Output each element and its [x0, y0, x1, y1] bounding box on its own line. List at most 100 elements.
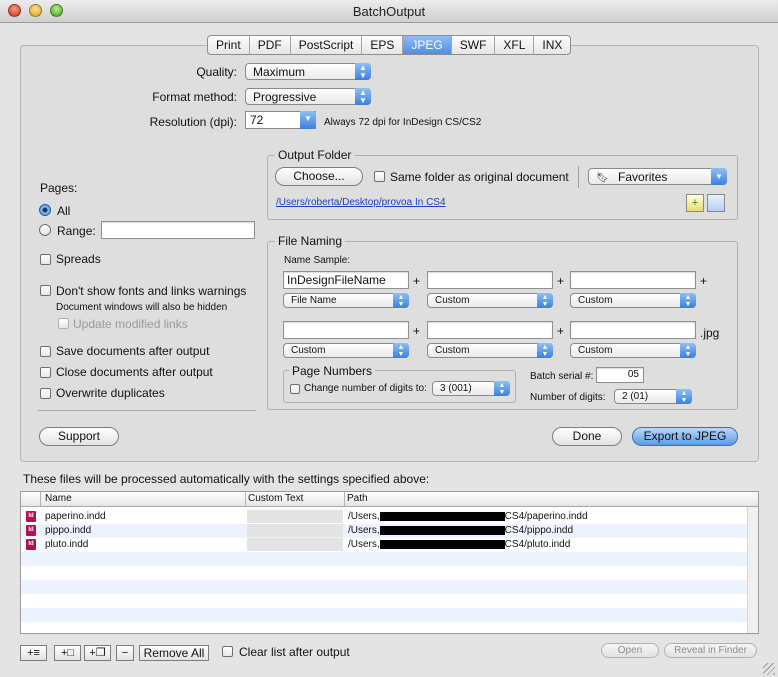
select-value: Custom — [435, 295, 470, 306]
file-row[interactable]: Id pluto.indd /Users, CS4/pluto.indd — [21, 538, 758, 552]
batch-serial-input[interactable]: 05 — [596, 367, 644, 383]
updown-arrows-icon: ▲ ▼ — [537, 343, 553, 358]
tab-eps[interactable]: EPS — [362, 36, 404, 54]
custom-text-cell[interactable] — [247, 538, 343, 551]
column-divider — [344, 492, 345, 506]
file-list-header: Name Custom Text Path — [21, 492, 758, 507]
file-name: pluto.indd — [45, 539, 89, 550]
export-button[interactable]: Export to JPEG — [632, 427, 738, 446]
reveal-folder-icon[interactable] — [707, 194, 725, 212]
tab-inx[interactable]: INX — [534, 36, 570, 54]
save-after-checkbox[interactable] — [40, 346, 51, 357]
select-value: Custom — [578, 295, 613, 306]
quality-select[interactable]: Maximum ▲ ▼ — [245, 63, 371, 80]
custom-text-cell[interactable] — [247, 524, 343, 537]
new-folder-icon[interactable]: + — [686, 194, 704, 212]
name-part-4-input[interactable] — [283, 321, 409, 339]
output-path-link[interactable]: /Users/roberta/Desktop/provoa In CS4 — [276, 197, 446, 208]
clear-list-label: Clear list after output — [239, 645, 350, 659]
format-method-select[interactable]: Progressive ▲ ▼ — [245, 88, 371, 105]
file-name: paperino.indd — [45, 511, 106, 522]
select-value: Custom — [435, 345, 470, 356]
file-list-scrollbar[interactable] — [747, 507, 758, 633]
dropdown-arrow-icon[interactable]: ▼ — [300, 111, 316, 129]
redaction-bar — [379, 511, 505, 521]
name-part-3-select[interactable]: Custom ▲ ▼ — [570, 293, 696, 308]
tab-swf[interactable]: SWF — [452, 36, 496, 54]
clear-list-checkbox[interactable] — [222, 646, 233, 657]
format-method-value: Progressive — [253, 90, 317, 104]
overwrite-checkbox[interactable] — [40, 388, 51, 399]
pages-label: Pages: — [40, 181, 78, 195]
files-note: These files will be processed automatica… — [23, 472, 430, 486]
empty-row — [21, 608, 758, 622]
extension-label: .jpg — [700, 326, 720, 340]
remove-all-button[interactable]: Remove All — [139, 645, 209, 661]
name-part-1-input[interactable]: InDesignFileName — [283, 271, 409, 289]
same-folder-checkbox[interactable] — [374, 171, 385, 182]
name-part-5-select[interactable]: Custom ▲ ▼ — [427, 343, 553, 358]
remove-button[interactable]: − — [116, 645, 134, 661]
favorites-select[interactable]: 🔖︎ Favorites ▼ — [588, 168, 727, 185]
file-list[interactable]: Name Custom Text Path Id paperino.indd /… — [20, 491, 759, 634]
name-part-5-input[interactable] — [427, 321, 553, 339]
tab-pdf[interactable]: PDF — [250, 36, 291, 54]
update-links-checkbox[interactable] — [58, 318, 69, 329]
output-folder-group — [267, 155, 738, 220]
tab-postscript[interactable]: PostScript — [291, 36, 363, 54]
close-after-checkbox[interactable] — [40, 367, 51, 378]
empty-row — [21, 566, 758, 580]
path-suffix: CS4/pippo.indd — [504, 525, 574, 536]
name-part-4-select[interactable]: Custom ▲ ▼ — [283, 343, 409, 358]
name-part-6-input[interactable] — [570, 321, 696, 339]
add-folder-button[interactable]: +❐ — [84, 645, 111, 661]
pages-range-radio[interactable] — [39, 224, 51, 236]
name-part-2-select[interactable]: Custom ▲ ▼ — [427, 293, 553, 308]
batchoutput-window: BatchOutput Print PDF PostScript EPS JPE… — [0, 0, 778, 677]
file-row[interactable]: Id pippo.indd /Users, CS4/pippo.indd — [21, 524, 758, 538]
overwrite-label: Overwrite duplicates — [56, 386, 165, 400]
change-digits-checkbox[interactable] — [290, 384, 300, 394]
pages-all-radio[interactable] — [39, 204, 51, 216]
name-part-2-input[interactable] — [427, 271, 553, 289]
redaction-bar — [379, 539, 505, 549]
done-button[interactable]: Done — [552, 427, 622, 446]
file-row[interactable]: Id paperino.indd /Users, CS4/paperino.ind… — [21, 510, 758, 524]
tab-xfl[interactable]: XFL — [495, 36, 535, 54]
file-path: /Users, CS4/pippo.indd — [348, 525, 573, 536]
quality-value: Maximum — [253, 65, 306, 79]
updown-arrows-icon: ▲ ▼ — [537, 293, 553, 308]
update-links-label: Update modified links — [73, 317, 188, 331]
name-part-3-input[interactable] — [570, 271, 696, 289]
title-bar[interactable]: BatchOutput — [0, 0, 778, 23]
add-file-button[interactable]: +□ — [54, 645, 81, 661]
pages-range-input[interactable] — [101, 221, 255, 239]
choose-folder-button[interactable]: Choose... — [275, 167, 363, 186]
column-name-header[interactable]: Name — [45, 493, 72, 504]
dont-show-warnings-checkbox[interactable] — [40, 285, 51, 296]
column-path-header[interactable]: Path — [347, 493, 368, 504]
empty-row — [21, 580, 758, 594]
name-part-1-select[interactable]: File Name ▲ ▼ — [283, 293, 409, 308]
resize-grip-icon[interactable] — [763, 663, 775, 675]
reveal-in-finder-button[interactable]: Reveal in Finder — [664, 643, 757, 658]
column-custom-text-header[interactable]: Custom Text — [248, 493, 303, 504]
divider — [38, 410, 256, 411]
spreads-checkbox[interactable] — [40, 254, 51, 265]
change-digits-label: Change number of digits to: — [304, 383, 427, 394]
tab-jpeg[interactable]: JPEG — [403, 36, 452, 54]
custom-text-cell[interactable] — [247, 510, 343, 523]
open-button[interactable]: Open — [601, 643, 659, 658]
support-button[interactable]: Support — [39, 427, 119, 446]
resolution-label: Resolution (dpi): — [149, 115, 237, 129]
name-part-6-select[interactable]: Custom ▲ ▼ — [570, 343, 696, 358]
num-digits-select[interactable]: 2 (01) ▲ ▼ — [614, 389, 692, 404]
select-value: 2 (01) — [622, 391, 649, 402]
add-list-button[interactable]: +≡ — [20, 645, 47, 661]
empty-row — [21, 552, 758, 566]
resolution-combo[interactable]: 72 ▼ — [245, 111, 316, 129]
output-folder-title: Output Folder — [275, 148, 355, 162]
tab-print[interactable]: Print — [208, 36, 250, 54]
page-digits-select[interactable]: 3 (001) ▲ ▼ — [432, 381, 510, 396]
updown-arrows-icon: ▲ ▼ — [680, 293, 696, 308]
